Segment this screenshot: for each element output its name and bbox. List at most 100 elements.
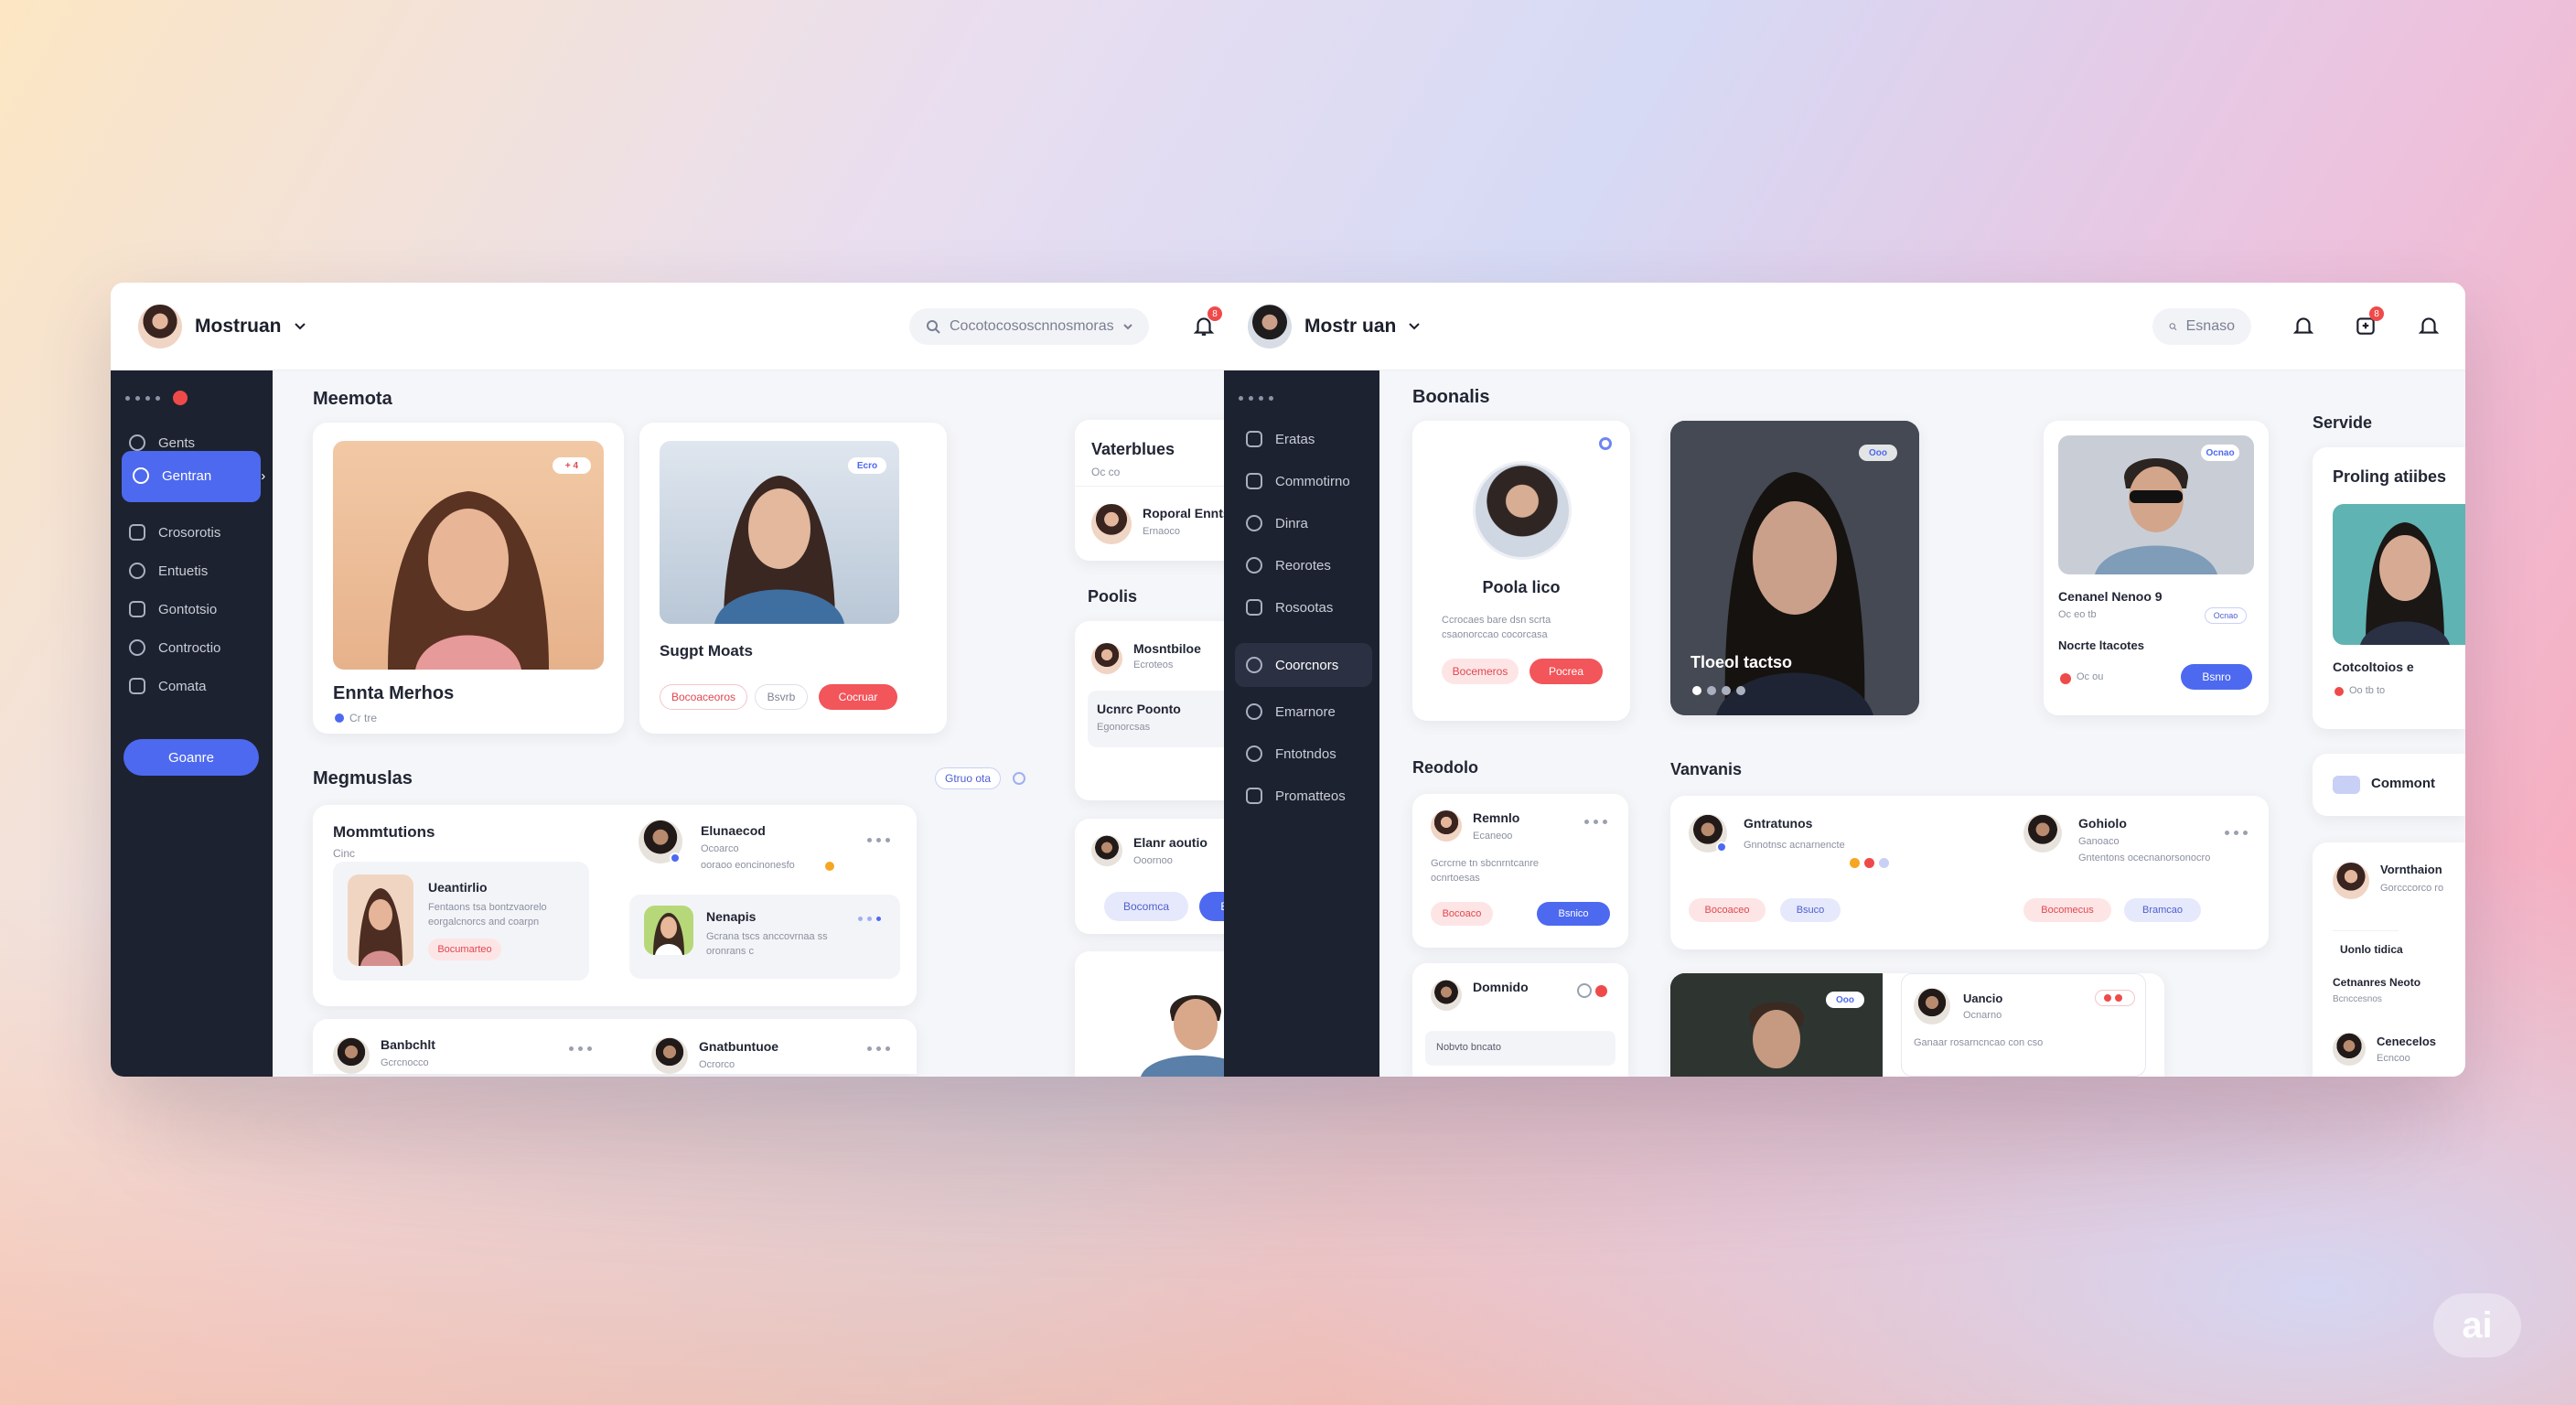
person-name: Cetnanres Neoto xyxy=(2333,976,2421,989)
filter-pill[interactable]: Gtruo ota xyxy=(935,767,1001,789)
clock-icon xyxy=(129,639,145,656)
person-meta: Ocnarno xyxy=(1963,1010,2002,1021)
profile-tag: + 4 xyxy=(553,457,591,474)
sidebar-item-dinra[interactable]: Dinra xyxy=(1246,515,1308,531)
sidebar-item-gentran-content: Gentran › xyxy=(133,467,265,484)
left-notification-button[interactable]: 8 xyxy=(1188,306,1222,341)
secondary-button[interactable]: Bocomca xyxy=(1104,892,1188,921)
sidebar-item-entuetis[interactable]: Entuetis xyxy=(129,563,208,579)
sidebar-item-label: Comata xyxy=(158,678,207,694)
more-icon[interactable] xyxy=(867,838,890,842)
right-user-menu[interactable]: Mostr uan xyxy=(1248,305,1421,349)
sub-title: Nocrte ltacotes xyxy=(2058,638,2144,652)
avatar xyxy=(1248,305,1292,349)
tag-icon xyxy=(129,601,145,617)
right-feed-card: Vornthaion Gorcccorco ro Uonlo tidica Ce… xyxy=(2313,842,2465,1077)
right-inbox-button[interactable]: 8 xyxy=(2350,306,2384,341)
primary-button[interactable]: Bsnico xyxy=(1537,902,1610,926)
avatar xyxy=(2333,863,2369,899)
media-photo[interactable] xyxy=(1670,973,1883,1077)
toggle-icon[interactable] xyxy=(1577,983,1592,998)
sidebar-cta-button[interactable]: Goanre xyxy=(123,739,259,776)
left-search-input[interactable]: Cocotocososcnnosmoras xyxy=(909,308,1149,345)
more-icon[interactable] xyxy=(2225,831,2248,835)
right-bell-button[interactable] xyxy=(2288,310,2319,341)
bottom-feed-card: Banbchlt Gcrcnocco Gnatbuntuoe Ocrorco xyxy=(313,1019,917,1074)
person-meta: Ganoaco xyxy=(2078,836,2120,847)
comment-card[interactable]: Commont xyxy=(2313,754,2465,816)
person-name: Banbchlt xyxy=(381,1037,435,1052)
palette-icon xyxy=(129,434,145,451)
sidebar-item-rosootas[interactable]: Rosootas xyxy=(1246,599,1333,616)
refresh-icon[interactable] xyxy=(1013,772,1025,785)
person-name: Roporal Ennts xyxy=(1143,506,1230,520)
secondary-button[interactable]: Bramcao xyxy=(2124,898,2201,922)
profile-action-button[interactable]: Bocoaceoros xyxy=(660,684,747,710)
more-icon[interactable] xyxy=(569,1046,592,1051)
sidebar-item-gontotsio[interactable]: Gontotsio xyxy=(129,601,217,617)
person-name: Domnido xyxy=(1473,980,1529,994)
user-icon xyxy=(1246,788,1262,804)
sidebar-item-controctio[interactable]: Controctio xyxy=(129,639,220,656)
sidebar-item-label: Promatteos xyxy=(1275,788,1346,804)
search-icon xyxy=(133,467,149,484)
window-dots xyxy=(125,396,160,401)
sidebar-item-commotirno[interactable]: Commotirno xyxy=(1246,473,1350,489)
primary-button[interactable]: Pocrea xyxy=(1530,659,1603,684)
person-name: Gnatbuntuoe xyxy=(699,1039,779,1054)
more-icon[interactable] xyxy=(858,917,881,921)
calendar-icon xyxy=(129,524,145,541)
window-dots xyxy=(1239,396,1273,401)
status-dot xyxy=(2334,687,2344,696)
avatar xyxy=(1091,504,1132,544)
right-search-input[interactable]: Esnaso xyxy=(2152,308,2251,345)
sidebar-item-gents[interactable]: Gents xyxy=(129,434,195,451)
secondary-button[interactable]: Bsuco xyxy=(1780,898,1841,922)
profile-card[interactable]: Ocnao Cenanel Nenoo 9 Oc eo tb Ocnao Noc… xyxy=(2044,421,2269,715)
feed-inner-desc: Fentaons tsa bontzvaorelo xyxy=(428,902,547,913)
sidebar-item-eratas[interactable]: Eratas xyxy=(1246,431,1315,447)
person-name: Mosntbiloe xyxy=(1133,641,1201,656)
chevron-down-icon xyxy=(1122,323,1132,329)
secondary-button[interactable]: Bocomecus xyxy=(2023,898,2111,922)
profile-action-button[interactable]: Bsvrb xyxy=(755,684,808,710)
sidebar-item-emarnore[interactable]: Emarnore xyxy=(1246,703,1336,720)
feed-inner-button[interactable]: Bocumarteo xyxy=(428,938,501,960)
sidebar-item-reorotes[interactable]: Reorotes xyxy=(1246,557,1331,574)
servide-photo[interactable] xyxy=(2333,504,2465,645)
secondary-button[interactable]: Bocoaceo xyxy=(1689,898,1766,922)
top-bar: Mostruan Cocotocososcnnosmoras 8 Mostr u… xyxy=(111,283,2465,370)
profile-name: Cenanel Nenoo 9 xyxy=(2058,589,2163,604)
clock-icon xyxy=(1246,557,1262,574)
right-user-name: Mostr uan xyxy=(1304,316,1397,337)
reodolo-card: Domnido Nobvto bncato xyxy=(1412,963,1628,1077)
profile-desc: Ccrocaes bare dsn scrta xyxy=(1442,615,1551,626)
profile-photo xyxy=(333,441,604,670)
left-user-menu[interactable]: Mostruan xyxy=(138,305,306,349)
servide-title: Proling atiibes xyxy=(2333,467,2447,486)
secondary-button[interactable]: Bocoaco xyxy=(1431,902,1493,926)
section-title-mesmuras: Megmuslas xyxy=(313,768,413,788)
profile-card[interactable]: Ecro Sugpt Moats Bocoaceoros Bsvrb Cocru… xyxy=(639,423,947,734)
more-icon[interactable] xyxy=(1584,820,1607,824)
person-meta: Ecroteos xyxy=(1133,660,1174,670)
sidebar-item-promatteos[interactable]: Promatteos xyxy=(1246,788,1346,804)
avatar xyxy=(1091,835,1122,866)
sidebar-item-crosorotis[interactable]: Crosorotis xyxy=(129,524,220,541)
profile-tag: Ooo xyxy=(1859,445,1897,461)
primary-button[interactable]: Bsnro xyxy=(2181,664,2252,690)
profile-card[interactable]: Poola lico Ccrocaes bare dsn scrta csaon… xyxy=(1412,421,1630,721)
profile-primary-button[interactable]: Cocruar xyxy=(819,684,897,710)
sidebar-item-fntotndos[interactable]: Fntotndos xyxy=(1246,745,1336,762)
sidebar-item-comata[interactable]: Comata xyxy=(129,678,207,694)
person-meta: Ocoarco xyxy=(701,843,739,854)
profile-card[interactable]: + 4 Ennta Merhos Cr tre xyxy=(313,423,624,734)
right-profile-button[interactable] xyxy=(2413,310,2444,341)
profile-name: Tloeol tactso xyxy=(1690,653,1793,671)
reodolo-row-text: Nobvto bncato xyxy=(1436,1042,1501,1053)
section-title-servide: Servide xyxy=(2313,413,2373,432)
secondary-button[interactable]: Bocemeros xyxy=(1442,659,1519,684)
dark-profile-card[interactable]: Ooo Tloeol tactso xyxy=(1670,421,1919,715)
more-icon[interactable] xyxy=(867,1046,890,1051)
person-name: Elanr aoutio xyxy=(1133,835,1208,850)
